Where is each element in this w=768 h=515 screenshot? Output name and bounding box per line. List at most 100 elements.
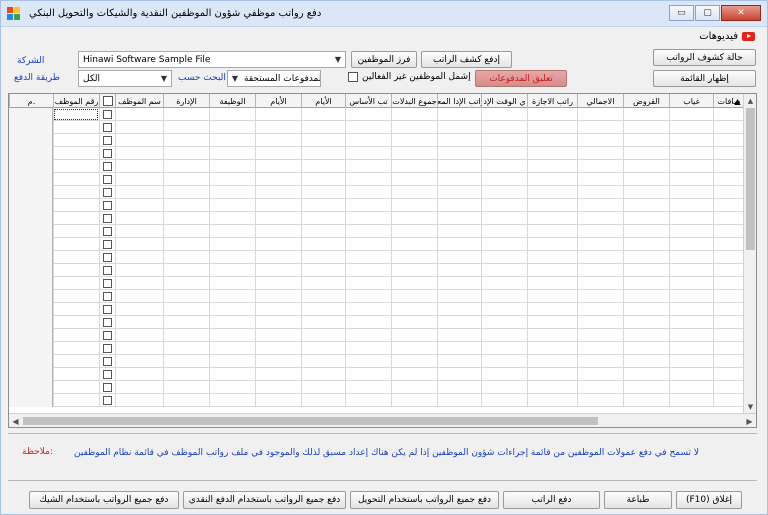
grid-cell[interactable]	[669, 121, 713, 134]
grid-cell[interactable]	[577, 212, 623, 225]
grid-cell[interactable]	[345, 316, 391, 329]
grid-cell[interactable]	[53, 108, 99, 121]
grid-cell[interactable]	[623, 381, 669, 394]
select-all-checkbox[interactable]	[102, 96, 113, 106]
grid-cell[interactable]	[527, 186, 577, 199]
grid-cell[interactable]	[527, 134, 577, 147]
grid-cell[interactable]	[713, 381, 744, 394]
horizontal-scroll-thumb[interactable]	[23, 417, 598, 425]
grid-cell[interactable]	[209, 303, 255, 316]
grid-cell[interactable]	[99, 368, 115, 381]
grid-cell[interactable]	[301, 134, 345, 147]
table-row[interactable]	[9, 251, 744, 264]
grid-cell[interactable]	[53, 121, 99, 134]
grid-cell[interactable]	[577, 251, 623, 264]
grid-cell[interactable]	[99, 108, 115, 121]
grid-cell[interactable]	[345, 394, 391, 407]
grid-cell[interactable]	[577, 147, 623, 160]
grid-cell[interactable]	[527, 121, 577, 134]
row-header[interactable]	[9, 277, 53, 290]
grid-cell[interactable]	[255, 381, 301, 394]
grid-cell[interactable]	[391, 355, 437, 368]
grid-cell[interactable]	[209, 368, 255, 381]
grid-cell[interactable]	[345, 303, 391, 316]
grid-cell[interactable]	[669, 303, 713, 316]
pay-all-check-button[interactable]: دفع جميع الرواتب باستخدام الشيك	[29, 491, 179, 509]
grid-cell[interactable]	[437, 251, 481, 264]
grid-cell[interactable]	[437, 147, 481, 160]
grid-cell[interactable]	[53, 368, 99, 381]
grid-cell[interactable]	[115, 342, 163, 355]
row-header[interactable]	[9, 368, 53, 381]
grid-cell[interactable]	[481, 160, 527, 173]
minimize-button[interactable]: ▭	[669, 5, 694, 21]
grid-cell[interactable]	[255, 108, 301, 121]
grid-cell[interactable]	[255, 329, 301, 342]
grid-cell[interactable]	[391, 199, 437, 212]
grid-cell[interactable]	[527, 368, 577, 381]
grid-cell[interactable]	[481, 134, 527, 147]
grid-cell[interactable]	[255, 355, 301, 368]
column-header[interactable]: راتب الاجازة	[527, 94, 577, 108]
grid-cell[interactable]	[163, 225, 209, 238]
row-select-checkbox[interactable]	[103, 149, 112, 158]
grid-cell[interactable]	[481, 225, 527, 238]
grid-cell[interactable]	[481, 173, 527, 186]
grid-cell[interactable]	[115, 303, 163, 316]
grid-cell[interactable]	[209, 134, 255, 147]
grid-cell[interactable]	[301, 173, 345, 186]
grid-cell[interactable]	[623, 186, 669, 199]
grid-cell[interactable]	[115, 225, 163, 238]
grid-cell[interactable]	[713, 121, 744, 134]
row-select-checkbox[interactable]	[103, 357, 112, 366]
table-row[interactable]	[9, 368, 744, 381]
grid-cell[interactable]	[163, 329, 209, 342]
grid-cell[interactable]	[99, 277, 115, 290]
grid-cell[interactable]	[115, 147, 163, 160]
grid-cell[interactable]	[301, 160, 345, 173]
row-select-checkbox[interactable]	[103, 175, 112, 184]
grid-cell[interactable]	[301, 225, 345, 238]
row-select-checkbox[interactable]	[103, 292, 112, 301]
grid-cell[interactable]	[577, 381, 623, 394]
grid-cell[interactable]	[391, 264, 437, 277]
table-row[interactable]	[9, 381, 744, 394]
grid-cell[interactable]	[255, 173, 301, 186]
grid-cell[interactable]	[391, 238, 437, 251]
close-window-button[interactable]: ✕	[721, 5, 761, 21]
column-header[interactable]: ي الوقت الإد	[481, 94, 527, 108]
row-select-checkbox[interactable]	[103, 123, 112, 132]
column-header[interactable]: الإدارة	[163, 94, 209, 108]
grid-cell[interactable]	[53, 160, 99, 173]
grid-cell[interactable]	[53, 147, 99, 160]
grid-cell[interactable]	[481, 147, 527, 160]
grid-cell[interactable]	[713, 290, 744, 303]
row-select-checkbox[interactable]	[103, 344, 112, 353]
grid-cell[interactable]	[53, 329, 99, 342]
grid-cell[interactable]	[209, 147, 255, 160]
row-header[interactable]	[9, 134, 53, 147]
grid-cell[interactable]	[481, 394, 527, 407]
grid-cell[interactable]	[209, 121, 255, 134]
grid-cell[interactable]	[163, 173, 209, 186]
grid-cell[interactable]	[53, 355, 99, 368]
table-row[interactable]	[9, 212, 744, 225]
grid-cell[interactable]	[301, 199, 345, 212]
grid-cell[interactable]	[437, 238, 481, 251]
print-button[interactable]: طباعة	[604, 491, 672, 509]
grid-cell[interactable]	[209, 277, 255, 290]
row-header[interactable]	[9, 290, 53, 303]
row-header[interactable]	[9, 199, 53, 212]
grid-cell[interactable]	[301, 355, 345, 368]
column-header[interactable]: سم الموظف	[115, 94, 163, 108]
grid-cell[interactable]	[577, 368, 623, 381]
grid-cell[interactable]	[713, 355, 744, 368]
table-row[interactable]	[9, 121, 744, 134]
table-row[interactable]	[9, 134, 744, 147]
grid-cell[interactable]	[345, 160, 391, 173]
grid-cell[interactable]	[99, 316, 115, 329]
grid-cell[interactable]	[99, 238, 115, 251]
grid-cell[interactable]	[53, 342, 99, 355]
grid-cell[interactable]	[577, 225, 623, 238]
grid-cell[interactable]	[345, 238, 391, 251]
